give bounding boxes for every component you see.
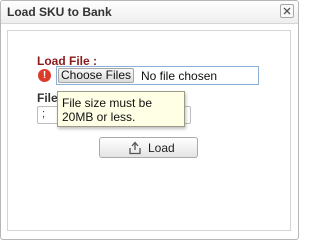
choose-files-button[interactable]: Choose Files	[58, 68, 134, 83]
separator-value: ;	[42, 108, 46, 120]
close-button[interactable]	[280, 4, 294, 18]
tooltip-text: File size must be 20MB or less.	[62, 96, 153, 124]
load-button-label: Load	[148, 141, 175, 155]
close-icon	[283, 7, 291, 15]
file-input[interactable]: Choose Files No file chosen	[56, 66, 259, 85]
load-button[interactable]: Load	[99, 137, 198, 158]
exclamation-icon: !	[38, 69, 51, 82]
file-size-tooltip: File size must be 20MB or less.	[57, 91, 185, 127]
upload-icon	[129, 141, 141, 155]
dialog-title: Load SKU to Bank	[7, 5, 112, 19]
dialog-titlebar: Load SKU to Bank	[1, 1, 298, 24]
file-type-label: File	[37, 91, 58, 105]
file-status-text: No file chosen	[141, 69, 218, 83]
